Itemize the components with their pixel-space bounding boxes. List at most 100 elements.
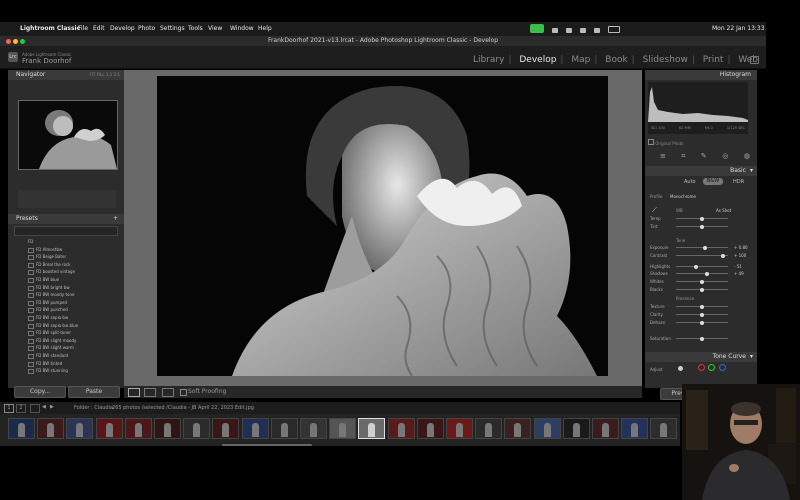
preset-item[interactable]: FD BW slight warm xyxy=(8,344,124,352)
preset-item[interactable]: FD BW punched xyxy=(8,306,124,314)
copy-button[interactable]: Copy... xyxy=(14,386,66,398)
slider-track[interactable] xyxy=(676,216,728,221)
folder-info[interactable]: Folder : Claudia xyxy=(74,405,113,411)
filmstrip-thumbnail[interactable] xyxy=(212,418,240,439)
module-map[interactable]: Map xyxy=(571,55,590,65)
slider-track[interactable] xyxy=(676,336,728,341)
filmstrip-thumbnail[interactable] xyxy=(504,418,532,439)
slider-knob[interactable] xyxy=(700,304,704,309)
slider-knob[interactable] xyxy=(700,224,704,229)
filmstrip-thumbnail[interactable] xyxy=(37,418,65,439)
menu-tools[interactable]: Tools xyxy=(188,25,203,32)
navigator-header[interactable]: Navigator FIT FILL 1:1 3:1 xyxy=(8,70,124,80)
slider-knob[interactable] xyxy=(705,271,710,276)
filmstrip-thumbnail[interactable] xyxy=(183,418,211,439)
menu-develop[interactable]: Develop xyxy=(110,25,135,32)
basic-header[interactable]: Basic ▾ xyxy=(645,166,757,176)
facetime-status-icon[interactable] xyxy=(530,24,544,33)
filmstrip-thumbnail[interactable] xyxy=(329,418,357,439)
slider-track[interactable] xyxy=(676,271,728,276)
paste-button[interactable]: Paste xyxy=(68,386,120,398)
page-1-button[interactable]: 1 xyxy=(4,404,14,413)
filmstrip-thumbnail[interactable] xyxy=(8,418,35,439)
menu-window[interactable]: Window xyxy=(230,25,254,32)
slider-track[interactable] xyxy=(676,279,728,284)
filmstrip-thumbnail[interactable] xyxy=(592,418,619,439)
slider-knob[interactable] xyxy=(700,312,704,317)
slider-track[interactable] xyxy=(676,253,728,258)
nav-back-icon[interactable]: ◀ xyxy=(42,404,46,410)
slider-track[interactable] xyxy=(676,320,728,325)
filmstrip-thumbnail[interactable] xyxy=(95,418,123,439)
slider-knob[interactable] xyxy=(703,245,708,250)
slider-track[interactable] xyxy=(676,312,728,317)
preset-search-input[interactable] xyxy=(14,226,118,236)
menu-file[interactable]: File xyxy=(78,25,88,32)
preset-group-fd[interactable]: FD xyxy=(8,238,124,246)
slider-knob[interactable] xyxy=(700,336,704,341)
preset-item[interactable]: FD BW split-toner xyxy=(8,329,124,337)
filmstrip-thumbnail[interactable] xyxy=(154,418,181,439)
curve-blue-channel-icon[interactable] xyxy=(718,364,726,371)
filmstrip-thumbnail[interactable] xyxy=(446,418,473,439)
navigator-zoom-options[interactable]: FIT FILL 1:1 3:1 xyxy=(89,70,120,80)
selection-info[interactable]: 265 photos /selected /Claudia - JB April… xyxy=(112,405,254,411)
filmstrip-thumbnail[interactable] xyxy=(533,418,561,439)
preset-item[interactable]: FD BW tinted xyxy=(8,360,124,368)
preset-item[interactable]: FD boosted vintage xyxy=(8,268,124,276)
filmstrip-thumbnail[interactable] xyxy=(270,418,298,439)
nav-forward-icon[interactable]: ▶ xyxy=(50,404,54,410)
curve-red-channel-icon[interactable] xyxy=(698,364,706,371)
module-develop[interactable]: Develop xyxy=(519,55,556,65)
masking-icon[interactable]: ◍ xyxy=(744,152,750,160)
preset-item[interactable]: FD Almostbw xyxy=(8,246,124,254)
preset-item[interactable]: FD BW standard xyxy=(8,352,124,360)
slider-value[interactable]: + 0.80 xyxy=(734,245,748,250)
slider-knob[interactable] xyxy=(720,253,725,258)
filmstrip-thumbnail[interactable] xyxy=(124,418,152,439)
grid-view-icon[interactable] xyxy=(30,404,40,413)
slider-track[interactable] xyxy=(676,304,728,309)
slider-track[interactable] xyxy=(676,264,728,269)
cloud-sync-icon[interactable] xyxy=(750,56,759,64)
slider-track[interactable] xyxy=(676,224,728,229)
preset-item[interactable]: FD BW bright bw xyxy=(8,284,124,292)
treatment-hdr[interactable]: HDR xyxy=(733,179,744,185)
histogram-header[interactable]: Histogram xyxy=(645,70,757,80)
main-photo[interactable] xyxy=(157,76,608,376)
compare-icon[interactable] xyxy=(162,388,174,397)
slider-knob[interactable] xyxy=(693,264,698,269)
preset-item[interactable]: FD Beige Bater xyxy=(8,253,124,261)
tone-curve-header[interactable]: Tone Curve ▾ xyxy=(645,352,757,362)
before-after-icon[interactable] xyxy=(144,388,156,397)
preset-item[interactable]: FD BW slight moody xyxy=(8,337,124,345)
filmstrip-thumbnail[interactable] xyxy=(300,418,327,439)
page-2-button[interactable]: 2 xyxy=(16,404,26,413)
preset-item[interactable]: FD BW moody tone xyxy=(8,291,124,299)
preset-item[interactable]: FD Breal the rock xyxy=(8,261,124,269)
filmstrip-thumbnail[interactable] xyxy=(475,418,503,439)
module-library[interactable]: Library xyxy=(473,55,504,65)
slider-value[interactable]: + 49 xyxy=(734,271,744,276)
curve-point-icon[interactable] xyxy=(677,366,683,371)
filmstrip-thumbnail[interactable] xyxy=(358,418,386,439)
loupe-view-icon[interactable] xyxy=(128,388,140,397)
module-print[interactable]: Print xyxy=(703,55,724,65)
histogram[interactable]: ISO 100 62 MM f/9.0 1/125 SEC xyxy=(648,82,748,134)
slider-value[interactable]: + 100 xyxy=(734,253,746,258)
module-book[interactable]: Book xyxy=(605,55,627,65)
treatment-auto[interactable]: Auto xyxy=(684,179,696,185)
slider-track[interactable] xyxy=(676,245,728,250)
preset-item[interactable]: FD BW blue xyxy=(8,276,124,284)
original-photo-checkbox[interactable]: Original Photo xyxy=(648,139,684,146)
soft-proofing-checkbox[interactable] xyxy=(180,389,187,396)
menu-photo[interactable]: Photo xyxy=(138,25,155,32)
healing-icon[interactable]: ✎ xyxy=(701,152,707,160)
slider-knob[interactable] xyxy=(700,279,704,284)
filmstrip-thumbnail[interactable] xyxy=(66,418,94,439)
filmstrip-thumbnail[interactable] xyxy=(416,418,444,439)
curve-green-channel-icon[interactable] xyxy=(708,364,716,371)
preset-item[interactable]: FD BW stunning xyxy=(8,367,124,375)
slider-knob[interactable] xyxy=(700,287,704,292)
preset-item[interactable]: FD BW pumped xyxy=(8,299,124,307)
